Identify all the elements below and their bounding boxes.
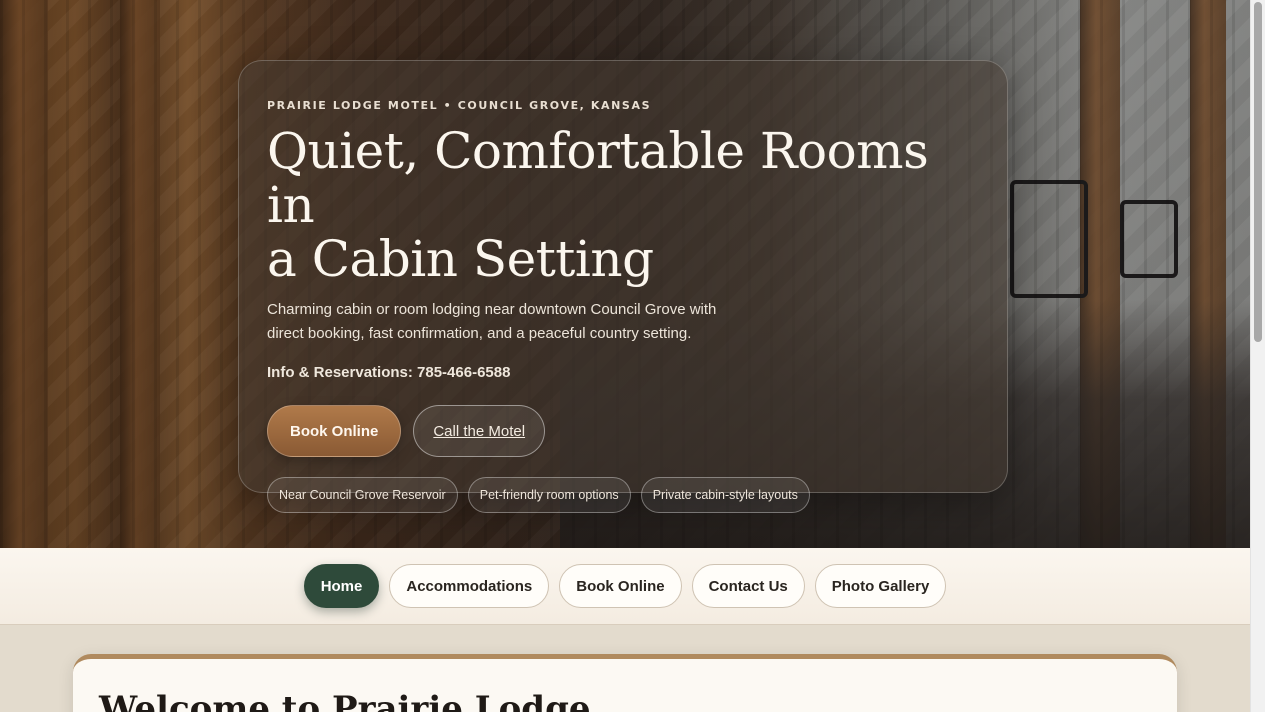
feature-chip: Private cabin-style layouts [640, 477, 810, 513]
hero-section: PRAIRIE LODGE MOTEL • COUNCIL GROVE, KAN… [0, 0, 1250, 548]
hero-description: Charming cabin or room lodging near down… [267, 301, 717, 342]
main-content: Welcome to Prairie Lodge [0, 625, 1250, 712]
hero-title-line: a Cabin Setting [267, 230, 654, 288]
main-nav: Home Accommodations Book Online Contact … [0, 548, 1250, 625]
hero-eyebrow: PRAIRIE LODGE MOTEL • COUNCIL GROVE, KAN… [267, 99, 652, 112]
hero-button-row: Book Online Call the Motel [267, 405, 979, 457]
hero-card: PRAIRIE LODGE MOTEL • COUNCIL GROVE, KAN… [238, 60, 1008, 513]
nav-item-home[interactable]: Home [303, 564, 380, 608]
hero-feature-chips: Near Council Grove Reservoir Pet-friendl… [267, 477, 979, 513]
page-scrollbar[interactable] [1250, 0, 1265, 712]
nav-item-photo-gallery[interactable]: Photo Gallery [814, 564, 947, 608]
welcome-title: Welcome to Prairie Lodge [99, 689, 591, 712]
hero-title-line: Quiet, Comfortable Rooms in [267, 122, 929, 234]
book-online-button[interactable]: Book Online [267, 405, 402, 457]
scrollbar-thumb[interactable] [1254, 2, 1262, 342]
call-motel-button[interactable]: Call the Motel [413, 405, 546, 457]
feature-chip: Near Council Grove Reservoir [267, 477, 458, 513]
nav-item-accommodations[interactable]: Accommodations [389, 564, 550, 608]
hero-phone: Info & Reservations: 785-466-6588 [267, 364, 511, 381]
feature-chip: Pet-friendly room options [467, 477, 631, 513]
hero-title: Quiet, Comfortable Rooms in a Cabin Sett… [267, 124, 979, 286]
nav-item-contact-us[interactable]: Contact Us [691, 564, 805, 608]
page: PRAIRIE LODGE MOTEL • COUNCIL GROVE, KAN… [0, 0, 1265, 712]
nav-item-book-online[interactable]: Book Online [559, 564, 682, 608]
welcome-card: Welcome to Prairie Lodge [73, 654, 1177, 712]
